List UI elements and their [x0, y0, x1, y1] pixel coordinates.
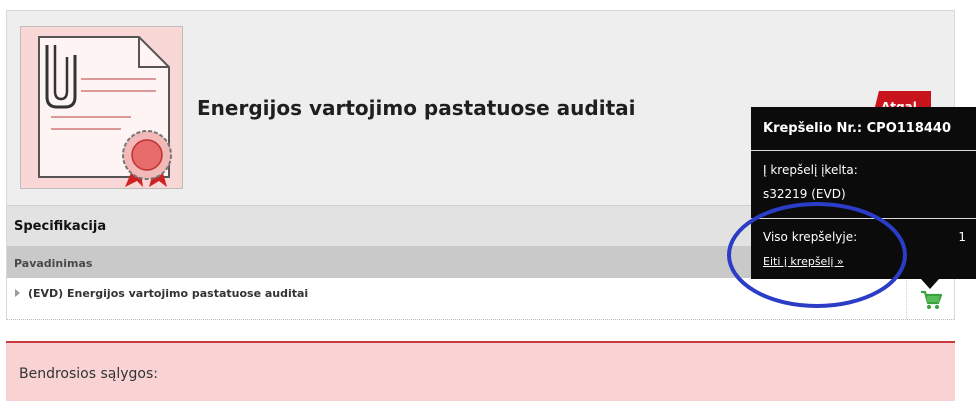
add-to-cart-icon[interactable] [920, 290, 942, 310]
added-item-code: s32219 (EVD) [763, 187, 846, 201]
cart-number-title: Krepšelio Nr.: CPO118440 [763, 121, 952, 136]
popup-pointer [921, 279, 939, 289]
item-name: (EVD) Energijos vartojimo pastatuose aud… [28, 287, 309, 300]
terms-section: Bendrosios sąlygos: [6, 341, 955, 401]
table-row[interactable]: (EVD) Energijos vartojimo pastatuose aud… [7, 278, 954, 320]
divider [751, 150, 976, 151]
product-thumbnail [20, 26, 183, 189]
divider [751, 218, 976, 219]
added-label: Į krepšelį įkelta: [763, 163, 858, 177]
specification-heading: Specifikacija [14, 219, 107, 234]
go-to-cart-link[interactable]: Eiti į krepšelį » [763, 255, 844, 268]
terms-heading: Bendrosios sąlygos: [19, 366, 158, 382]
document-certificate-icon [38, 36, 172, 187]
cart-popup: Krepšelio Nr.: CPO118440 Į krepšelį įkel… [751, 107, 976, 279]
cart-total-count: 1 [958, 230, 966, 244]
column-header-name: Pavadinimas [14, 257, 93, 270]
expand-arrow-icon[interactable] [15, 289, 20, 297]
page-title: Energijos vartojimo pastatuose auditai [197, 96, 636, 120]
cart-total-label: Viso krepšelyje: [763, 230, 858, 244]
